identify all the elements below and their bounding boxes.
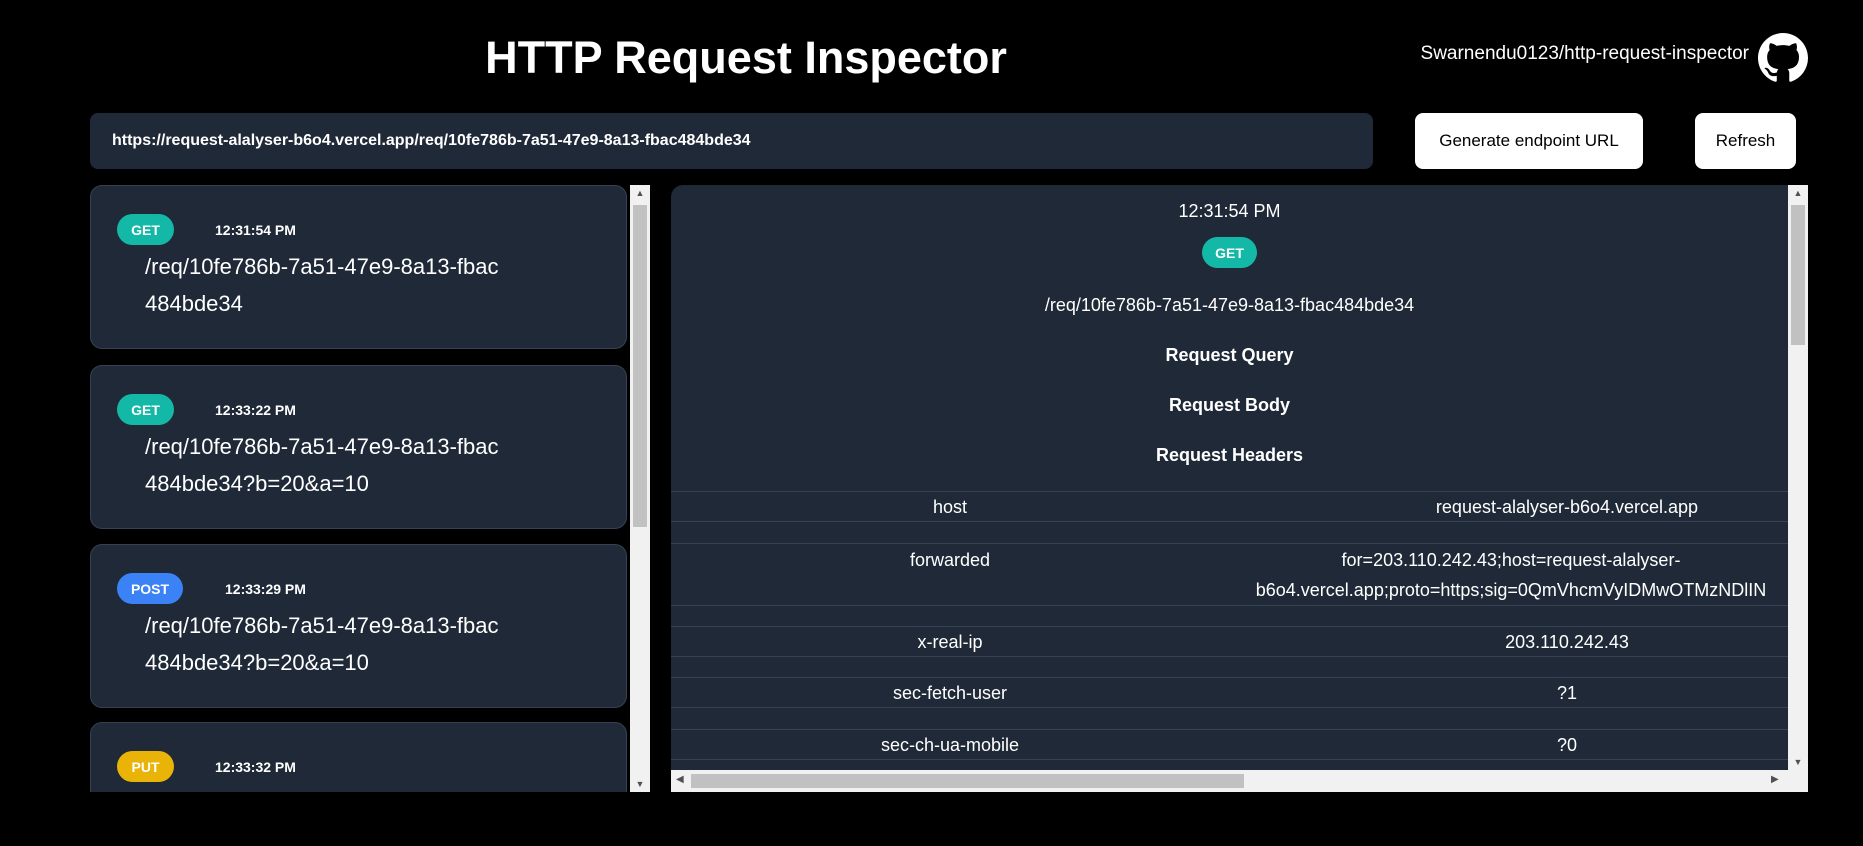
repo-link[interactable]: Swarnendu0123/http-request-inspector	[1421, 43, 1749, 65]
scroll-thumb[interactable]	[1791, 205, 1805, 345]
scroll-right-icon[interactable]: ▶	[1771, 774, 1779, 785]
request-time: 12:33:22 PM	[215, 402, 296, 418]
detail-horizontal-scrollbar[interactable]: ◀ ▶	[671, 770, 1808, 792]
request-card[interactable]: GET 12:33:22 PM /req/10fe786b-7a51-47e9-…	[90, 365, 627, 529]
header-row: sec-ch-ua-mobile ?0	[671, 729, 1788, 760]
page-title: HTTP Request Inspector	[485, 32, 1007, 83]
headers-heading: Request Headers	[1155, 445, 1304, 465]
header-key: sec-fetch-user	[892, 683, 1008, 703]
scroll-down-icon[interactable]: ▼	[1788, 757, 1808, 767]
method-badge: PUT	[117, 751, 174, 782]
request-time: 12:31:54 PM	[215, 222, 296, 238]
request-time: 12:33:32 PM	[215, 759, 296, 775]
scroll-up-icon[interactable]: ▲	[630, 188, 650, 198]
method-badge: GET	[117, 394, 174, 425]
generate-endpoint-button[interactable]: Generate endpoint URL	[1415, 113, 1643, 169]
request-path: /req/10fe786b-7a51-47e9-8a13-fbac484bde3…	[145, 434, 499, 496]
list-scrollbar[interactable]: ▲ ▼	[630, 185, 650, 792]
header-value: for=203.110.242.43;host=request-alalyser…	[1255, 550, 1767, 600]
github-icon[interactable]	[1758, 33, 1808, 83]
refresh-button[interactable]: Refresh	[1695, 113, 1796, 169]
scroll-thumb[interactable]	[691, 774, 1244, 788]
header-row: host request-alalyser-b6o4.vercel.app	[671, 491, 1788, 522]
endpoint-url-field[interactable]: https://request-alalyser-b6o4.vercel.app…	[90, 113, 1373, 169]
request-card[interactable]: POST 12:33:29 PM /req/10fe786b-7a51-47e9…	[90, 544, 627, 708]
request-path: /req/10fe786b-7a51-47e9-8a13-fbac484bde3…	[145, 613, 499, 675]
detail-vertical-scrollbar[interactable]: ▲ ▼	[1788, 185, 1808, 770]
header-row: forwarded for=203.110.242.43;host=reques…	[671, 543, 1788, 606]
header-key: sec-ch-ua-mobile	[880, 735, 1020, 755]
detail-path: /req/10fe786b-7a51-47e9-8a13-fbac484bde3…	[1044, 295, 1415, 315]
scroll-thumb[interactable]	[633, 205, 647, 527]
header-key: host	[932, 497, 968, 517]
method-badge: POST	[117, 573, 183, 604]
request-list: GET 12:31:54 PM /req/10fe786b-7a51-47e9-…	[90, 185, 650, 792]
header-value: ?1	[1556, 683, 1578, 703]
request-card[interactable]: GET 12:31:54 PM /req/10fe786b-7a51-47e9-…	[90, 185, 627, 349]
request-path: /req/10fe786b-7a51-47e9-8a13-fbac484bde3…	[145, 254, 499, 316]
header-value: request-alalyser-b6o4.vercel.app	[1435, 497, 1699, 517]
header-key: forwarded	[909, 550, 991, 570]
request-detail-panel: 12:31:54 PM GET /req/10fe786b-7a51-47e9-…	[671, 185, 1808, 792]
header-row: x-real-ip 203.110.242.43	[671, 626, 1788, 657]
scroll-down-icon[interactable]: ▼	[630, 779, 650, 789]
body-heading: Request Body	[1168, 395, 1291, 415]
header-value: 203.110.242.43	[1505, 632, 1629, 652]
detail-method-badge: GET	[1202, 237, 1257, 268]
header-value: ?0	[1556, 735, 1578, 755]
request-card[interactable]: PUT 12:33:32 PM	[90, 722, 627, 792]
detail-time: 12:31:54 PM	[1178, 201, 1281, 221]
header-key: x-real-ip	[917, 632, 983, 652]
query-heading: Request Query	[1165, 345, 1294, 365]
scroll-left-icon[interactable]: ◀	[676, 774, 684, 785]
request-time: 12:33:29 PM	[225, 581, 306, 597]
method-badge: GET	[117, 214, 174, 245]
header-row: sec-fetch-user ?1	[671, 677, 1788, 708]
scroll-up-icon[interactable]: ▲	[1788, 188, 1808, 198]
